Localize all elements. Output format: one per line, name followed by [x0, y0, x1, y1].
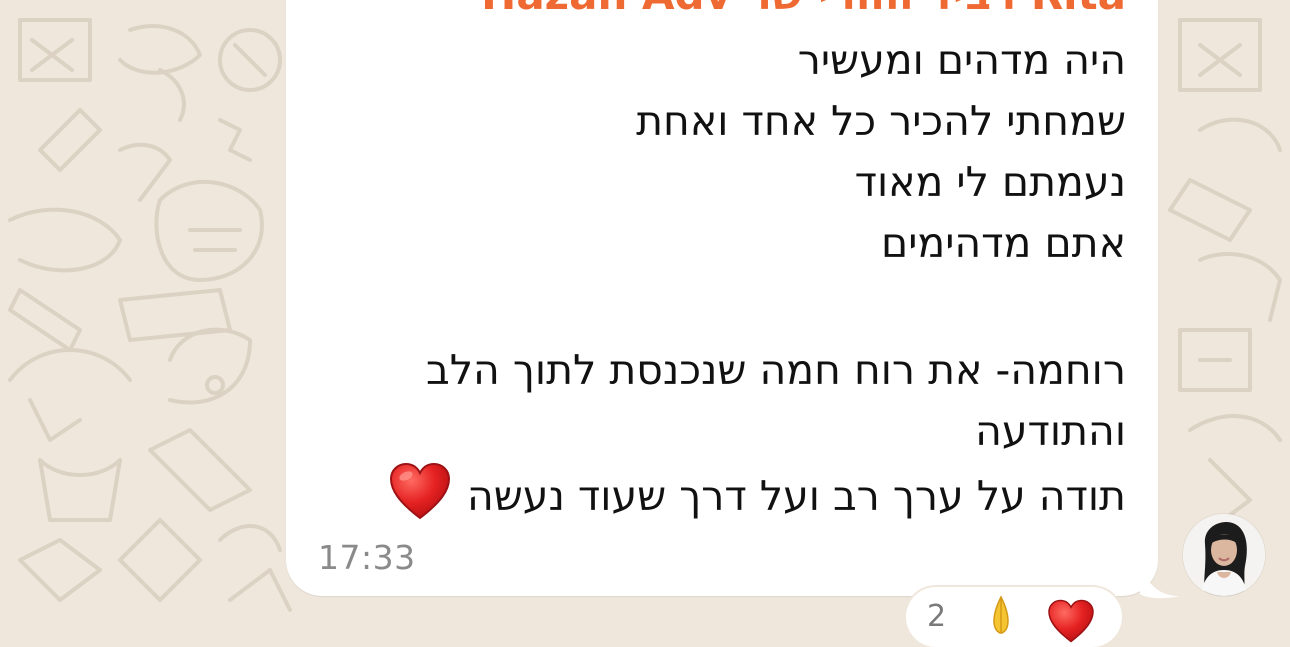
message-line: שמחתי להכיר כל אחד ואחת	[636, 97, 1126, 145]
message-line: והתודעה	[975, 407, 1126, 455]
message-line: אתם מדהימים	[881, 219, 1126, 267]
heart-emoji	[389, 462, 450, 520]
reaction-bar[interactable]: 2	[906, 587, 1122, 647]
message-line-with-emoji: תודה על ערך רב ועל דרך שעוד נעשה	[306, 462, 1126, 523]
reaction-count: 2	[927, 599, 947, 634]
sender-name[interactable]: Rita רביד הוורי שר Hazan Adv	[481, 0, 1126, 18]
message-line-text: תודה על ערך רב ועל דרך שעוד נעשה	[466, 472, 1126, 520]
message-text: היה מדהים ומעשיר שמחתי להכיר כל אחד ואחת…	[306, 30, 1126, 523]
message-line: רוחמה- את רוח חמה שנכנסת לתוך הלב	[426, 346, 1126, 394]
bubble-tail	[1140, 566, 1180, 599]
sender-avatar[interactable]	[1183, 514, 1265, 596]
avatar-photo	[1183, 514, 1265, 596]
message-line: נעמתם לי מאוד	[854, 158, 1126, 206]
message-timestamp: 17:33	[318, 538, 416, 577]
message-line: היה מדהים ומעשיר	[797, 36, 1126, 84]
heart-emoji	[1048, 599, 1094, 643]
folded-hands-emoji	[993, 595, 1009, 634]
